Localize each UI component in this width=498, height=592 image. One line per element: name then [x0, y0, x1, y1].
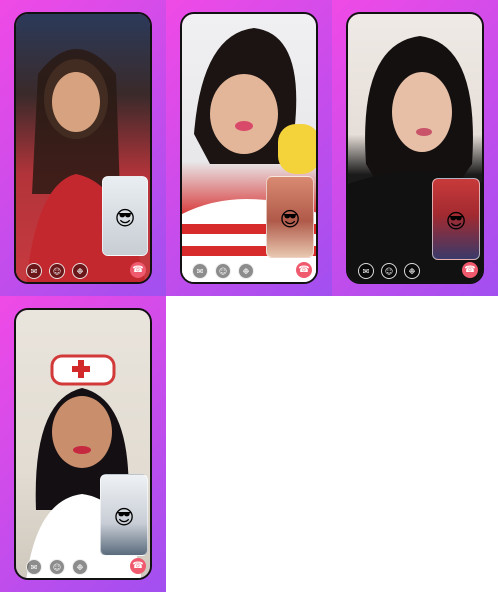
end-call-button[interactable]: ☎	[130, 558, 146, 574]
gift-icon[interactable]: ❉	[238, 263, 254, 279]
sunglasses-emoji-icon: 😎	[114, 205, 136, 230]
call-screenshot-4: 😎 ✉ ☺ ❉ ☎	[0, 296, 166, 592]
self-preview[interactable]: 😎	[266, 176, 314, 258]
end-call-button[interactable]: ☎	[462, 262, 478, 278]
face-filter-icon[interactable]: ☺	[49, 263, 65, 279]
chat-bubble-icon[interactable]: ✉	[192, 263, 208, 279]
end-call-button[interactable]: ☎	[296, 262, 312, 278]
face-filter-icon[interactable]: ☺	[49, 559, 65, 575]
sunglasses-emoji-icon: 😎	[279, 206, 301, 231]
gift-icon[interactable]: ❉	[72, 559, 88, 575]
end-call-button[interactable]: ☎	[130, 262, 146, 278]
video-call-screen: 😎 ✉ ☺ ❉ ☎	[14, 12, 152, 284]
empty-area	[166, 296, 498, 592]
video-call-screen: 😎 ✉ ☺ ❉ ☎	[14, 308, 152, 580]
call-screenshot-3: 😎 ✉ ☺ ❉ ☎	[332, 0, 498, 296]
self-preview[interactable]: 😎	[102, 176, 148, 256]
gift-icon[interactable]: ❉	[404, 263, 420, 279]
face-filter-icon[interactable]: ☺	[381, 263, 397, 279]
call-screenshot-1: 😎 ✉ ☺ ❉ ☎	[0, 0, 166, 296]
chat-bubble-icon[interactable]: ✉	[26, 559, 42, 575]
chat-bubble-icon[interactable]: ✉	[358, 263, 374, 279]
sunglasses-emoji-icon: 😎	[445, 208, 467, 233]
self-preview[interactable]: 😎	[100, 474, 148, 556]
video-call-screen: 😎 ✉ ☺ ❉ ☎	[180, 12, 318, 284]
sunglasses-emoji-icon: 😎	[113, 504, 135, 529]
self-preview[interactable]: 😎	[432, 178, 480, 260]
call-screenshot-2: 😎 ✉ ☺ ❉ ☎	[166, 0, 332, 296]
gift-icon[interactable]: ❉	[72, 263, 88, 279]
face-filter-icon[interactable]: ☺	[215, 263, 231, 279]
chat-bubble-icon[interactable]: ✉	[26, 263, 42, 279]
video-call-screen: 😎 ✉ ☺ ❉ ☎	[346, 12, 484, 284]
